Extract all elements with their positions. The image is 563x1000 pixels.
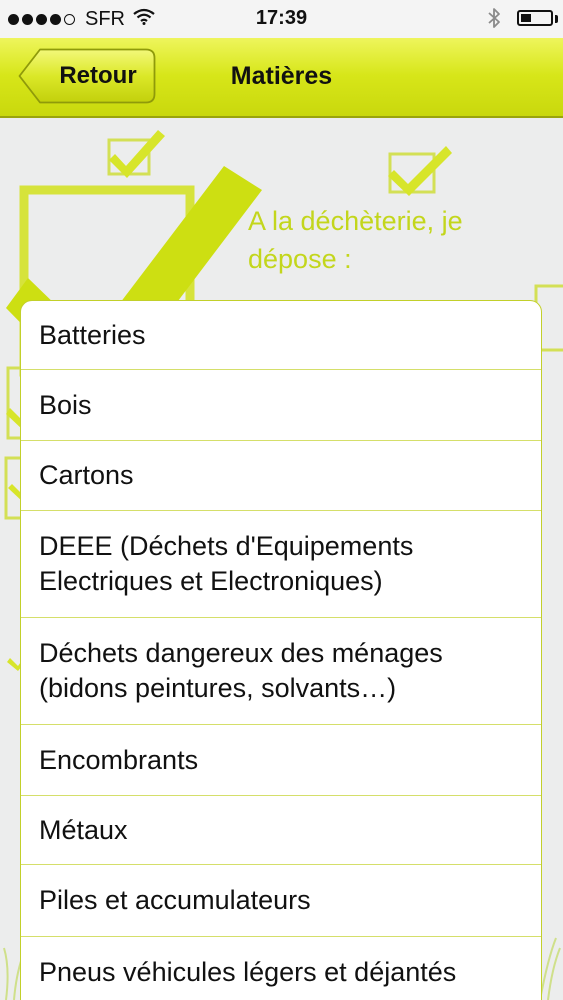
list-item-label: Déchets dangereux des ménages (bidons pe… (39, 638, 443, 703)
list-item-label: Piles et accumulateurs (39, 885, 311, 915)
list-item[interactable]: Encombrants (21, 725, 541, 796)
list-item-label: Métaux (39, 814, 128, 845)
list-item[interactable]: Bois (21, 370, 541, 441)
list-item[interactable]: DEEE (Déchets d'Equipements Electriques … (21, 511, 541, 618)
battery-level (521, 14, 531, 22)
navigation-bar: Retour Matières (0, 38, 563, 118)
list-item[interactable]: Cartons (21, 441, 541, 511)
list-item-label: Bois (39, 389, 92, 420)
list-item-label: Cartons (39, 460, 134, 490)
list-item-label: DEEE (Déchets d'Equipements Electriques … (39, 531, 414, 596)
status-bar: SFR 17:39 (0, 0, 563, 38)
list-item-label: Pneus véhicules légers et déjantés (39, 956, 457, 987)
materials-list: Batteries Bois Cartons DEEE (Déchets d'Equi… (20, 300, 542, 1000)
page-title: Matières (230, 62, 333, 90)
list-item[interactable]: Métaux (21, 796, 541, 865)
list-item[interactable]: Piles et accumulateurs (21, 865, 541, 937)
battery-tip (555, 15, 558, 23)
screen: SFR 17:39 Retour Matières A la déchèteri… (0, 0, 563, 1000)
status-time: 17:39 (255, 7, 308, 29)
list-item-label: Batteries (39, 319, 146, 350)
bluetooth-icon (487, 7, 501, 35)
list-item[interactable]: Pneus véhicules légers et déjantés (21, 937, 541, 1000)
deposit-heading: A la déchèterie, je dépose : (248, 206, 463, 274)
list-item-label: Encombrants (39, 744, 199, 775)
battery-icon (517, 10, 553, 26)
list-item[interactable]: Déchets dangereux des ménages (bidons pe… (21, 618, 541, 725)
list-item[interactable]: Batteries (21, 301, 541, 370)
